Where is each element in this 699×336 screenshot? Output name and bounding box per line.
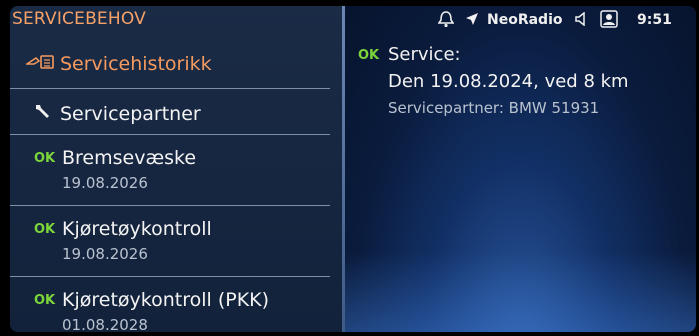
phone-icon[interactable] (600, 10, 618, 32)
clock: 9:51 (637, 12, 672, 28)
menu-item-servicepartner[interactable]: Servicepartner (10, 92, 332, 132)
idrive-screen: SERVICEBEHOV NeoRadio 9:51 Servicehistor… (10, 6, 696, 332)
service-ok-badge: OK (358, 48, 380, 63)
ok-status-badge: OK (34, 222, 56, 237)
menu-divider (10, 88, 330, 89)
menu-item-label: Kjøretøykontroll (PKK) (62, 289, 270, 311)
ok-status-badge: OK (34, 151, 56, 166)
menu-divider (10, 205, 330, 206)
menu-divider (10, 134, 330, 135)
service-history-icon (24, 54, 56, 74)
wrench-icon (34, 103, 52, 125)
panel-glow (345, 252, 696, 332)
menu-item-label: Servicepartner (60, 103, 201, 125)
menu-item-date: 19.08.2026 (62, 174, 148, 192)
bell-notification-icon[interactable] (437, 10, 455, 32)
menu-item-label: Servicehistorikk (60, 53, 212, 75)
menu-divider (10, 276, 330, 277)
service-partner-info: Servicepartner: BMW 51931 (388, 99, 600, 117)
menu-item-date: 01.08.2028 (62, 316, 148, 332)
speaker-icon[interactable] (574, 11, 588, 30)
audio-source[interactable]: NeoRadio (487, 12, 563, 28)
menu-item-bremsevaeske[interactable]: OK Bremsevæske 19.08.2026 (10, 138, 332, 208)
menu-item-kjoretoykontroll-pkk[interactable]: OK Kjøretøykontroll (PKK) 01.08.2028 (10, 280, 332, 332)
navigation-arrow-icon[interactable] (465, 12, 479, 30)
menu-item-date: 19.08.2026 (62, 245, 148, 263)
menu-item-servicehistorikk[interactable]: Servicehistorikk (10, 46, 332, 84)
service-title: Service: (388, 44, 461, 65)
menu-item-label: Bremsevæske (62, 147, 197, 169)
panel-divider (342, 6, 345, 332)
menu-item-label: Kjøretøykontroll (62, 218, 212, 240)
menu-item-kjoretoykontroll[interactable]: OK Kjøretøykontroll 19.08.2026 (10, 209, 332, 279)
ok-status-badge: OK (34, 293, 56, 308)
service-due-date: Den 19.08.2024, ved 8 km (388, 71, 629, 92)
page-title: SERVICEBEHOV (12, 9, 146, 29)
